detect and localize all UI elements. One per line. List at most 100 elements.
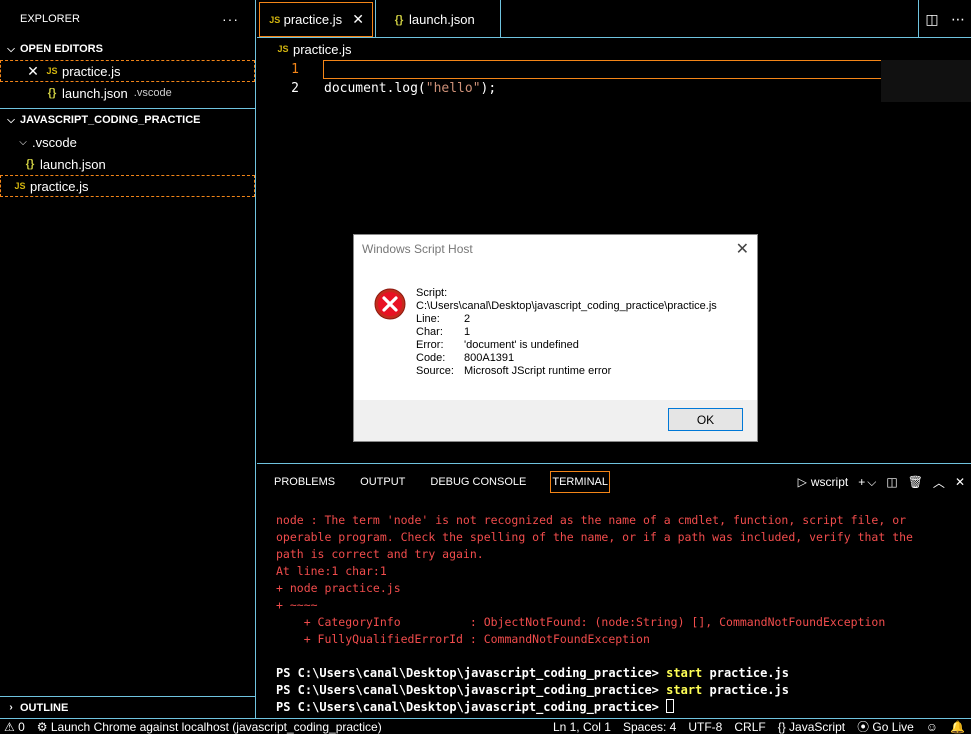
tab-label: launch.json [409, 12, 475, 27]
terminal-shell-icon[interactable]: ▷ [798, 475, 807, 489]
explorer-title: EXPLORER [20, 13, 80, 25]
notifications-icon[interactable]: 🔔 [950, 720, 965, 734]
add-terminal-icon[interactable]: + [858, 475, 865, 489]
chevron-down-icon[interactable]: ⌵ [867, 475, 876, 490]
breadcrumb-file[interactable]: practice.js [293, 42, 352, 57]
explorer-sidebar: EXPLORER ··· ⌵ OPEN EDITORS ✕ JS practic… [0, 0, 256, 718]
dialog-field: Error: 'document' is undefined [416, 339, 717, 352]
outline-header[interactable]: › OUTLINE [0, 696, 255, 718]
terminal-error-line: + FullyQualifiedErrorId : CommandNotFoun… [276, 632, 650, 646]
indentation[interactable]: Spaces: 4 [623, 720, 676, 734]
ok-button[interactable]: OK [668, 408, 743, 431]
terminal-prompt: PS C:\Users\canal\Desktop\javascript_cod… [276, 666, 667, 680]
dialog-footer: OK [354, 400, 757, 441]
warnings-count[interactable]: ⚠ 0 [4, 720, 25, 734]
tab-terminal[interactable]: TERMINAL [550, 471, 610, 493]
open-editor-practice-js[interactable]: ✕ JS practice.js [0, 60, 255, 82]
code-text: document.log("hello"); [324, 81, 496, 96]
field-value: 1 [464, 326, 471, 338]
folder-label: .vscode [32, 134, 77, 150]
dialog-field: Char: 1 [416, 326, 717, 339]
project-folder-label: JAVASCRIPT_CODING_PRACTICE [20, 114, 201, 126]
terminal-error-line: + CategoryInfo : ObjectNotFound: (node:S… [276, 615, 886, 629]
open-editor-launch-json[interactable]: {} launch.json .vscode [0, 82, 255, 104]
split-editor-icon[interactable]: ◫ [919, 11, 945, 28]
line-number: 2 [291, 81, 299, 96]
split-terminal-icon[interactable]: ◫ [886, 475, 897, 489]
chevron-down-icon: ⌵ [7, 114, 15, 126]
tab-divider [500, 0, 501, 37]
code-line: 1 [257, 60, 971, 79]
field-value: 2 [464, 313, 471, 325]
dialog-message: Script: C:\Users\canal\Desktop\javascrip… [416, 287, 717, 378]
dialog-field: Code: 800A1391 [416, 352, 717, 365]
open-editors-label: OPEN EDITORS [20, 43, 103, 55]
feedback-icon[interactable]: ☺ [926, 720, 938, 734]
file-label: launch.json [40, 156, 106, 172]
encoding[interactable]: UTF-8 [688, 720, 722, 734]
close-editor-icon[interactable]: ✕ [24, 63, 42, 80]
editor-tab-bar: JS practice.js ✕ {} launch.json ◫ ⋯ [257, 0, 971, 38]
end-of-line[interactable]: CRLF [734, 720, 765, 734]
language-mode[interactable]: {} JavaScript [778, 720, 845, 734]
file-launch-json[interactable]: {} launch.json [0, 153, 255, 175]
terminal-error-line: operable program. Check the spelling of … [276, 530, 913, 544]
file-practice-js[interactable]: JS practice.js [0, 175, 255, 197]
script-path: C:\Users\canal\Desktop\javascript_coding… [416, 300, 717, 312]
terminal-arg: practice.js [702, 666, 789, 680]
dialog-title: Windows Script Host [362, 242, 473, 256]
terminal-arg: practice.js [702, 683, 789, 697]
more-actions-icon[interactable]: ⋯ [945, 11, 971, 28]
outline-label: OUTLINE [20, 701, 69, 714]
terminal-error-line: + ~~~~ [276, 598, 318, 612]
chevron-right-icon: › [9, 702, 13, 713]
close-tab-icon[interactable]: ✕ [350, 11, 366, 28]
tab-label: practice.js [283, 12, 343, 27]
go-live-label: Go Live [872, 720, 914, 734]
go-live-button[interactable]: ⦿ Go Live [857, 718, 914, 734]
close-panel-icon[interactable]: ✕ [955, 475, 965, 489]
json-file-icon: {} [25, 158, 35, 170]
terminal-keyword: start [666, 666, 703, 680]
field-value: 800A1391 [464, 352, 515, 364]
terminal-error-line: node : The term 'node' is not recognized… [276, 513, 907, 527]
js-file-icon: JS [46, 66, 58, 76]
field-key: Char: [416, 326, 443, 338]
tab-debug-console[interactable]: DEBUG CONSOLE [429, 472, 527, 492]
debug-launch-label: Launch Chrome against localhost (javascr… [50, 719, 382, 734]
tab-output[interactable]: OUTPUT [359, 472, 406, 492]
code-token: document.log( [324, 81, 426, 96]
script-label: Script: [416, 287, 448, 299]
field-key: Code: [416, 352, 446, 364]
open-editors-header[interactable]: ⌵ OPEN EDITORS [0, 38, 255, 60]
dialog-field: Source: Microsoft JScript runtime error [416, 365, 717, 378]
minimap[interactable] [881, 60, 971, 102]
line-number: 1 [291, 62, 299, 77]
terminal-error-line: path is correct and try again. [276, 547, 484, 561]
field-key: Source: [416, 365, 454, 377]
field-value: Microsoft JScript runtime error [464, 365, 612, 377]
current-line-highlight [323, 60, 883, 79]
maximize-panel-icon[interactable]: ︿ [933, 474, 945, 491]
chevron-down-icon: ⌵ [19, 136, 27, 148]
terminal-command-line: PS C:\Users\canal\Desktop\javascript_cod… [276, 682, 956, 699]
open-editor-label: launch.json [62, 85, 128, 101]
close-icon[interactable]: ✕ [736, 239, 749, 259]
folder-vscode[interactable]: ⌵ .vscode [0, 131, 255, 153]
tab-practice-js[interactable]: JS practice.js ✕ [259, 2, 373, 37]
trash-icon[interactable]: 🗑 [908, 475, 923, 489]
tab-problems[interactable]: PROBLEMS [273, 472, 336, 492]
broadcast-icon: ⦿ [857, 720, 873, 734]
cursor-position[interactable]: Ln 1, Col 1 [553, 720, 611, 734]
json-file-icon: {} [394, 13, 404, 26]
more-actions-icon[interactable]: ··· [222, 11, 239, 27]
terminal-output[interactable]: node : The term 'node' is not recognized… [276, 512, 956, 716]
terminal-name[interactable]: wscript [811, 475, 848, 489]
tab-launch-json[interactable]: {} launch.json [383, 2, 501, 37]
terminal-cursor [666, 699, 675, 713]
project-folder-header[interactable]: ⌵ JAVASCRIPT_CODING_PRACTICE [0, 109, 255, 131]
terminal-prompt: PS C:\Users\canal\Desktop\javascript_cod… [276, 700, 667, 714]
debug-launch-config[interactable]: ⚙ Launch Chrome against localhost (javas… [37, 720, 382, 734]
terminal-command-line: PS C:\Users\canal\Desktop\javascript_cod… [276, 665, 956, 682]
